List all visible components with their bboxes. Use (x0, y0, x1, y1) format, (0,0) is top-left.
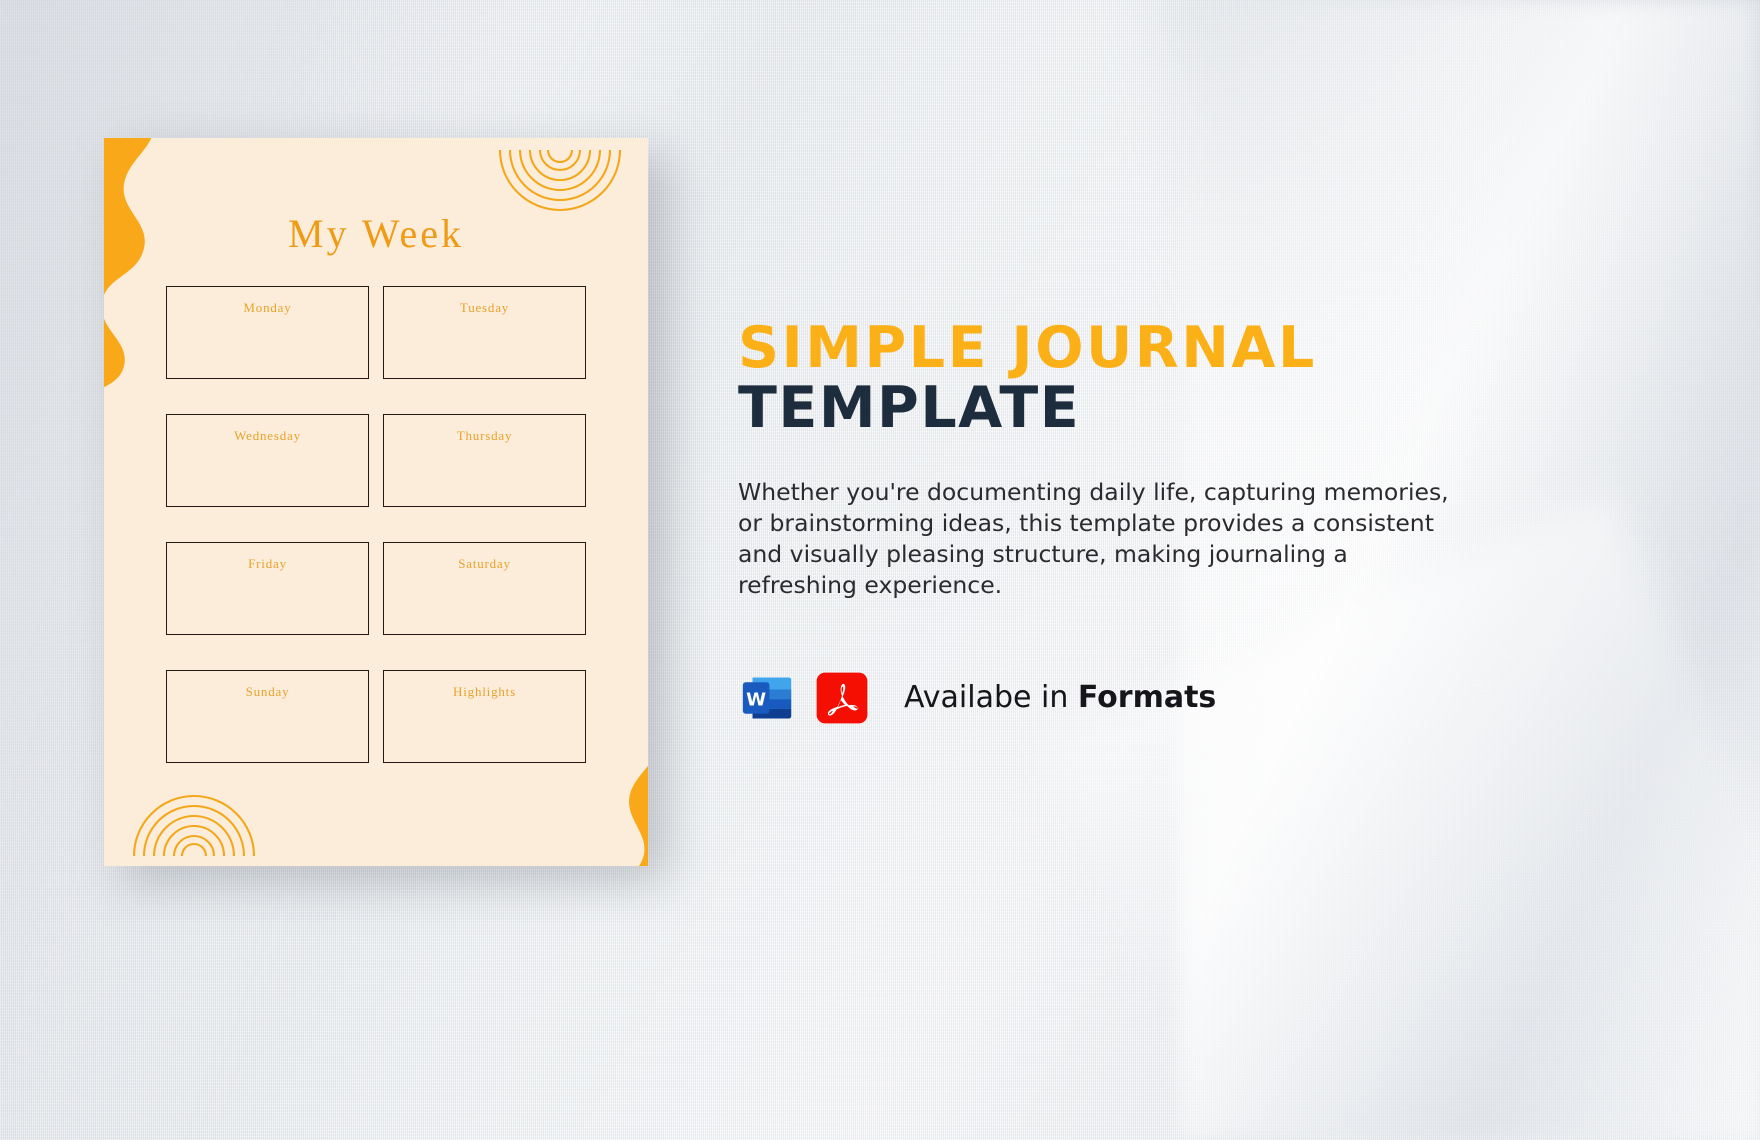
day-label: Friday (248, 556, 287, 571)
journal-card-preview[interactable]: My Week Monday Tuesday Wednesday Thursda… (104, 138, 648, 866)
day-cell-saturday[interactable]: Saturday (383, 542, 586, 635)
day-cell-thursday[interactable]: Thursday (383, 414, 586, 507)
day-cell-highlights[interactable]: Highlights (383, 670, 586, 763)
day-cell-monday[interactable]: Monday (166, 286, 369, 379)
day-label: Sunday (245, 684, 290, 699)
available-formats-row: W Availabe in Formats (738, 669, 1478, 727)
formats-bold: Formats (1077, 680, 1217, 716)
concentric-arcs-top-right-icon (498, 149, 622, 212)
ms-word-icon[interactable]: W (738, 669, 796, 727)
formats-prefix: Availabe in (904, 680, 1078, 716)
formats-availability-label: Availabe in Formats (904, 680, 1216, 715)
day-cell-sunday[interactable]: Sunday (166, 670, 369, 763)
week-grid: Monday Tuesday Wednesday Thursday Friday… (166, 286, 586, 763)
day-cell-friday[interactable]: Friday (166, 542, 369, 635)
headline-line-1: SIMPLE JOURNAL (738, 315, 1317, 381)
headline-line-2: TEMPLATE (738, 375, 1081, 442)
promo-description: Whether you're documenting daily life, c… (738, 477, 1449, 599)
promo-panel: SIMPLE JOURNAL TEMPLATE Whether you're d… (738, 318, 1478, 727)
day-label: Tuesday (459, 300, 510, 315)
day-label: Monday (243, 300, 292, 315)
day-label: Thursday (456, 428, 513, 443)
journal-title: My Week (288, 211, 464, 256)
svg-text:W: W (746, 689, 766, 710)
adobe-pdf-icon[interactable] (813, 669, 871, 727)
day-cell-tuesday[interactable]: Tuesday (383, 286, 586, 379)
day-label: Saturday (458, 556, 511, 571)
concentric-arcs-bottom-left-icon (132, 794, 256, 857)
day-cell-wednesday[interactable]: Wednesday (166, 414, 369, 507)
day-label: Wednesday (234, 428, 301, 443)
day-label: Highlights (453, 684, 516, 699)
